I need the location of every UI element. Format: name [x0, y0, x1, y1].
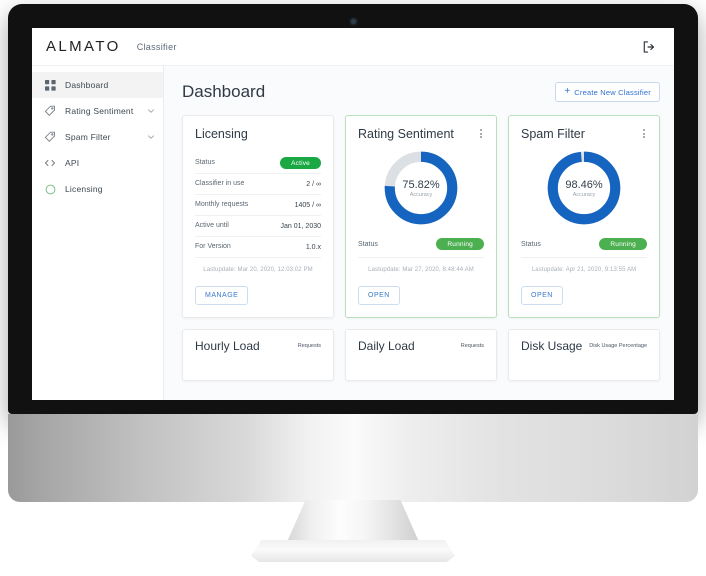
- chevron-down-icon[interactable]: [147, 128, 155, 146]
- plus-icon: +: [564, 86, 571, 97]
- card-row-primary: Licensing Status Active Classifier in us…: [182, 115, 660, 318]
- app-body: Dashboard Rating Sentiment Spam Filter A…: [32, 66, 674, 400]
- hourly-load-title: Hourly Load: [195, 339, 260, 353]
- sidebar-item-spam-filter[interactable]: Spam Filter: [32, 124, 163, 150]
- sidebar-item-label: Rating Sentiment: [65, 106, 134, 116]
- spam-filter-card-title: Spam Filter: [521, 127, 585, 141]
- status-badge: Running: [599, 238, 647, 250]
- accuracy-donut-chart: 75.82% Accuracy: [380, 147, 462, 229]
- accuracy-donut-chart: 98.46% Accuracy: [543, 147, 625, 229]
- disk-usage-title: Disk Usage: [521, 339, 583, 353]
- hourly-load-card: Hourly Load Requests: [182, 329, 334, 381]
- spam-filter-card-head: Spam Filter: [521, 127, 647, 141]
- rating-sentiment-card: Rating Sentiment 75.82% Accuracy Status …: [345, 115, 497, 318]
- licensing-card: Licensing Status Active Classifier in us…: [182, 115, 334, 318]
- licensing-row-value: 1405 / ∞: [294, 201, 321, 209]
- licensing-row: For Version 1.0.x: [195, 237, 321, 258]
- accuracy-caption: Accuracy: [409, 191, 433, 198]
- status-badge: Running: [436, 238, 484, 250]
- spam-filter-donut-wrap: 98.46% Accuracy: [521, 147, 647, 229]
- open-button[interactable]: OPEN: [358, 286, 400, 305]
- disk-usage-legend: Disk Usage Percentage: [589, 343, 647, 349]
- daily-load-legend: Requests: [460, 343, 484, 349]
- licensing-row-label: Active until: [195, 222, 229, 230]
- status-label: Status: [521, 240, 541, 248]
- sidebar-item-api[interactable]: API: [32, 150, 163, 176]
- daily-load-card: Daily Load Requests: [345, 329, 497, 381]
- sidebar-item-label: Spam Filter: [65, 132, 111, 142]
- sidebar-item-label: Licensing: [65, 184, 103, 194]
- accuracy-value: 98.46%: [565, 178, 603, 191]
- app-topbar: ALMATO Classifier: [32, 28, 674, 66]
- spam-filter-status-row: Status Running: [521, 238, 647, 258]
- status-badge: Active: [280, 157, 321, 169]
- licensing-card-title: Licensing: [195, 127, 248, 141]
- code-icon: [44, 157, 56, 169]
- sidebar-item-label: Dashboard: [65, 80, 109, 90]
- rating-sentiment-last-update: Lastupdate: Mar 27, 2020, 8:48:44 AM: [368, 267, 474, 273]
- sidebar-item-rating-sentiment[interactable]: Rating Sentiment: [32, 98, 163, 124]
- hourly-load-legend: Requests: [297, 343, 321, 349]
- monitor-stand-base: [251, 540, 455, 562]
- licensing-row-value: 2 / ∞: [306, 180, 321, 188]
- webcam-icon: [350, 19, 356, 24]
- circle-icon: [44, 183, 56, 195]
- monitor-scene: ALMATO Classifier Dashboard Rating Senti…: [0, 0, 706, 576]
- more-options-icon[interactable]: [478, 127, 484, 140]
- screen-viewport: ALMATO Classifier Dashboard Rating Senti…: [32, 28, 674, 400]
- licensing-row: Status Active: [195, 153, 321, 174]
- sidebar-item-licensing[interactable]: Licensing: [32, 176, 163, 202]
- spam-filter-card: Spam Filter 98.46% Accuracy Status Runni…: [508, 115, 660, 318]
- accuracy-value: 75.82%: [402, 178, 440, 191]
- monitor-chin: [8, 414, 698, 502]
- main-header: Dashboard + Create New Classifier: [182, 82, 660, 102]
- rating-sentiment-donut-wrap: 75.82% Accuracy: [358, 147, 484, 229]
- spam-filter-last-update: Lastupdate: Apr 21, 2020, 9:13:55 AM: [531, 267, 637, 273]
- licensing-row-value: 1.0.x: [305, 243, 321, 251]
- rating-sentiment-card-head: Rating Sentiment: [358, 127, 484, 141]
- tag-icon: [44, 131, 56, 143]
- open-button[interactable]: OPEN: [521, 286, 563, 305]
- daily-load-title: Daily Load: [358, 339, 415, 353]
- page-title: Dashboard: [182, 82, 266, 101]
- accuracy-caption: Accuracy: [572, 191, 596, 198]
- monitor-stand-neck: [287, 500, 419, 542]
- sidebar-item-label: API: [65, 158, 80, 168]
- grid-icon: [44, 79, 56, 91]
- rating-sentiment-status-row: Status Running: [358, 238, 484, 258]
- sidebar-item-dashboard[interactable]: Dashboard: [32, 72, 163, 98]
- logout-icon[interactable]: [638, 36, 660, 58]
- tag-icon: [44, 105, 56, 117]
- licensing-detail-list: Status Active Classifier in use 2 / ∞ Mo…: [195, 153, 321, 258]
- status-label: Status: [358, 240, 378, 248]
- licensing-row: Monthly requests 1405 / ∞: [195, 195, 321, 216]
- licensing-row-value: Jan 01, 2030: [280, 222, 321, 230]
- create-new-classifier-label: Create New Classifier: [574, 87, 651, 97]
- licensing-row-label: Monthly requests: [195, 201, 249, 209]
- donut-center-labels: 75.82% Accuracy: [380, 147, 462, 229]
- sidebar: Dashboard Rating Sentiment Spam Filter A…: [32, 66, 164, 400]
- licensing-row: Classifier in use 2 / ∞: [195, 174, 321, 195]
- licensing-last-update: Lastupdate: Mar 20, 2020, 12:03:02 PM: [203, 267, 313, 273]
- card-row-secondary: Hourly Load Requests Daily Load Requests…: [182, 329, 660, 381]
- licensing-row: Active until Jan 01, 2030: [195, 216, 321, 237]
- product-name: Classifier: [136, 41, 177, 52]
- main-content: Dashboard + Create New Classifier Licens…: [164, 66, 674, 400]
- donut-center-labels: 98.46% Accuracy: [543, 147, 625, 229]
- manage-button[interactable]: MANAGE: [195, 286, 249, 305]
- licensing-card-head: Licensing: [195, 127, 321, 141]
- licensing-row-label: Status: [195, 159, 215, 167]
- licensing-row-label: For Version: [195, 243, 231, 251]
- licensing-row-value: Active: [280, 157, 321, 169]
- rating-sentiment-card-title: Rating Sentiment: [358, 127, 454, 141]
- more-options-icon[interactable]: [641, 127, 647, 140]
- create-new-classifier-button[interactable]: + Create New Classifier: [555, 82, 660, 102]
- disk-usage-card: Disk Usage Disk Usage Percentage: [508, 329, 660, 381]
- chevron-down-icon[interactable]: [147, 102, 155, 120]
- brand-logo: ALMATO: [46, 38, 121, 55]
- licensing-row-label: Classifier in use: [195, 180, 245, 188]
